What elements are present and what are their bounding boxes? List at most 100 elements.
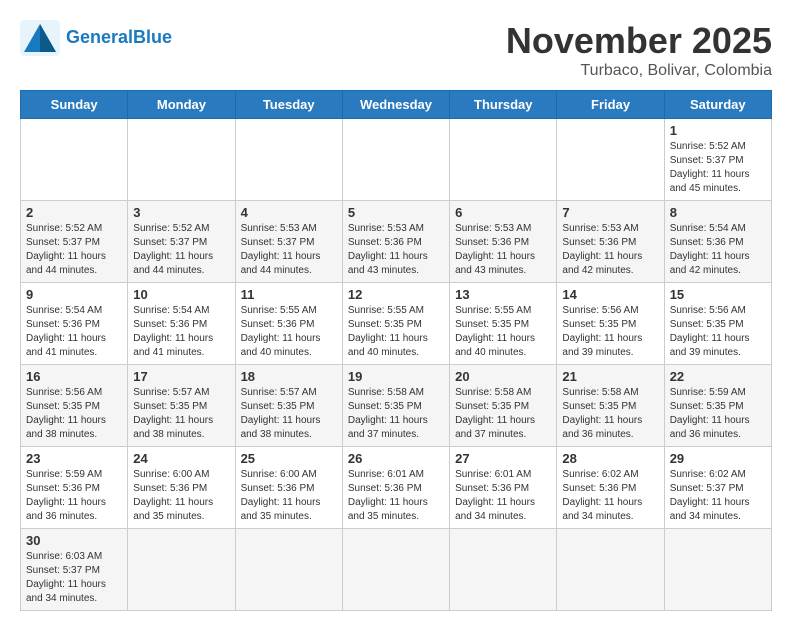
day-info: Sunrise: 5:55 AM Sunset: 5:35 PM Dayligh… bbox=[348, 304, 444, 360]
calendar-cell: 24Sunrise: 6:00 AM Sunset: 5:36 PM Dayli… bbox=[128, 447, 235, 529]
weekday-header-friday: Friday bbox=[557, 91, 664, 119]
calendar-week-3: 16Sunrise: 5:56 AM Sunset: 5:35 PM Dayli… bbox=[21, 365, 772, 447]
logo-icon bbox=[20, 20, 60, 56]
day-number: 13 bbox=[455, 287, 551, 302]
calendar-week-5: 30 Sunrise: 6:03 AM Sunset: 5:37 PM Dayli… bbox=[21, 529, 772, 611]
day-number: 22 bbox=[670, 369, 766, 384]
day-info: Sunrise: 5:53 AM Sunset: 5:37 PM Dayligh… bbox=[241, 222, 337, 278]
day-number: 4 bbox=[241, 205, 337, 220]
day-info: Sunrise: 6:00 AM Sunset: 5:36 PM Dayligh… bbox=[241, 468, 337, 524]
calendar-cell: 26 Sunrise: 6:01 AM Sunset: 5:36 PM Dayli… bbox=[342, 447, 449, 529]
day-number: 23 bbox=[26, 451, 122, 466]
day-number: 11 bbox=[241, 287, 337, 302]
weekday-header-saturday: Saturday bbox=[664, 91, 771, 119]
day-number: 25 bbox=[241, 451, 337, 466]
day-number: 7 bbox=[562, 205, 658, 220]
day-number: 6 bbox=[455, 205, 551, 220]
calendar-cell bbox=[235, 529, 342, 611]
calendar-cell: 21Sunrise: 5:58 AM Sunset: 5:35 PM Dayli… bbox=[557, 365, 664, 447]
calendar-cell bbox=[342, 529, 449, 611]
calendar-cell: 3 Sunrise: 5:52 AM Sunset: 5:37 PM Daylig… bbox=[128, 201, 235, 283]
calendar-week-1: 2 Sunrise: 5:52 AM Sunset: 5:37 PM Daylig… bbox=[21, 201, 772, 283]
calendar-cell: 29 Sunrise: 6:02 AM Sunset: 5:37 PM Dayli… bbox=[664, 447, 771, 529]
weekday-header-monday: Monday bbox=[128, 91, 235, 119]
day-info: Sunrise: 5:53 AM Sunset: 5:36 PM Dayligh… bbox=[562, 222, 658, 278]
day-info: Sunrise: 5:53 AM Sunset: 5:36 PM Dayligh… bbox=[348, 222, 444, 278]
day-number: 19 bbox=[348, 369, 444, 384]
calendar-cell: 14 Sunrise: 5:56 AM Sunset: 5:35 PM Dayli… bbox=[557, 283, 664, 365]
weekday-header-thursday: Thursday bbox=[450, 91, 557, 119]
day-info: Sunrise: 6:00 AM Sunset: 5:36 PM Dayligh… bbox=[133, 468, 229, 524]
day-info: Sunrise: 6:02 AM Sunset: 5:36 PM Dayligh… bbox=[562, 468, 658, 524]
day-info: Sunrise: 6:03 AM Sunset: 5:37 PM Dayligh… bbox=[26, 550, 122, 606]
day-number: 5 bbox=[348, 205, 444, 220]
day-info: Sunrise: 5:58 AM Sunset: 5:35 PM Dayligh… bbox=[348, 386, 444, 442]
day-info: Sunrise: 5:52 AM Sunset: 5:37 PM Dayligh… bbox=[133, 222, 229, 278]
day-number: 8 bbox=[670, 205, 766, 220]
day-info: Sunrise: 5:59 AM Sunset: 5:35 PM Dayligh… bbox=[670, 386, 766, 442]
calendar-table: SundayMondayTuesdayWednesdayThursdayFrid… bbox=[20, 90, 772, 611]
calendar-cell: 16Sunrise: 5:56 AM Sunset: 5:35 PM Dayli… bbox=[21, 365, 128, 447]
calendar-cell bbox=[450, 119, 557, 201]
day-number: 10 bbox=[133, 287, 229, 302]
day-number: 9 bbox=[26, 287, 122, 302]
day-info: Sunrise: 5:55 AM Sunset: 5:36 PM Dayligh… bbox=[241, 304, 337, 360]
day-number: 1 bbox=[670, 123, 766, 138]
day-number: 26 bbox=[348, 451, 444, 466]
day-number: 3 bbox=[133, 205, 229, 220]
day-info: Sunrise: 5:58 AM Sunset: 5:35 PM Dayligh… bbox=[562, 386, 658, 442]
location: Turbaco, Bolivar, Colombia bbox=[506, 62, 772, 80]
day-number: 27 bbox=[455, 451, 551, 466]
calendar-cell: 12 Sunrise: 5:55 AM Sunset: 5:35 PM Dayli… bbox=[342, 283, 449, 365]
calendar-cell: 23 Sunrise: 5:59 AM Sunset: 5:36 PM Dayli… bbox=[21, 447, 128, 529]
calendar-cell bbox=[128, 119, 235, 201]
day-number: 15 bbox=[670, 287, 766, 302]
day-number: 12 bbox=[348, 287, 444, 302]
calendar-week-0: 1Sunrise: 5:52 AM Sunset: 5:37 PM Daylig… bbox=[21, 119, 772, 201]
weekday-header-row: SundayMondayTuesdayWednesdayThursdayFrid… bbox=[21, 91, 772, 119]
page-header: GeneralBlue November 2025 Turbaco, Boliv… bbox=[20, 20, 772, 80]
day-info: Sunrise: 5:58 AM Sunset: 5:35 PM Dayligh… bbox=[455, 386, 551, 442]
logo: GeneralBlue bbox=[20, 20, 172, 56]
calendar-cell: 4 Sunrise: 5:53 AM Sunset: 5:37 PM Daylig… bbox=[235, 201, 342, 283]
day-number: 2 bbox=[26, 205, 122, 220]
calendar-cell: 8 Sunrise: 5:54 AM Sunset: 5:36 PM Daylig… bbox=[664, 201, 771, 283]
day-number: 30 bbox=[26, 533, 122, 548]
calendar-cell: 28Sunrise: 6:02 AM Sunset: 5:36 PM Dayli… bbox=[557, 447, 664, 529]
calendar-cell: 1Sunrise: 5:52 AM Sunset: 5:37 PM Daylig… bbox=[664, 119, 771, 201]
calendar-cell: 30 Sunrise: 6:03 AM Sunset: 5:37 PM Dayli… bbox=[21, 529, 128, 611]
calendar-cell bbox=[664, 529, 771, 611]
day-number: 14 bbox=[562, 287, 658, 302]
title-block: November 2025 Turbaco, Bolivar, Colombia bbox=[506, 20, 772, 80]
day-info: Sunrise: 5:54 AM Sunset: 5:36 PM Dayligh… bbox=[133, 304, 229, 360]
day-number: 29 bbox=[670, 451, 766, 466]
calendar-week-2: 9 Sunrise: 5:54 AM Sunset: 5:36 PM Daylig… bbox=[21, 283, 772, 365]
day-info: Sunrise: 6:01 AM Sunset: 5:36 PM Dayligh… bbox=[348, 468, 444, 524]
weekday-header-wednesday: Wednesday bbox=[342, 91, 449, 119]
calendar-cell: 9Sunrise: 5:54 AM Sunset: 5:36 PM Daylig… bbox=[21, 283, 128, 365]
calendar-cell: 18Sunrise: 5:57 AM Sunset: 5:35 PM Dayli… bbox=[235, 365, 342, 447]
calendar-body: 1 Sunrise: 5:52 AM Sunset: 5:37 PM Daylig… bbox=[21, 119, 772, 611]
calendar-cell: 17Sunrise: 5:57 AM Sunset: 5:35 PM Dayli… bbox=[128, 365, 235, 447]
month-title: November 2025 bbox=[506, 20, 772, 62]
calendar-cell: 2 Sunrise: 5:52 AM Sunset: 5:37 PM Daylig… bbox=[21, 201, 128, 283]
calendar-cell bbox=[450, 529, 557, 611]
day-number: 16 bbox=[26, 369, 122, 384]
day-info: Sunrise: 5:54 AM Sunset: 5:36 PM Dayligh… bbox=[670, 222, 766, 278]
calendar-cell: 11 Sunrise: 5:55 AM Sunset: 5:36 PM Dayli… bbox=[235, 283, 342, 365]
calendar-cell: 19 Sunrise: 5:58 AM Sunset: 5:35 PM Dayli… bbox=[342, 365, 449, 447]
day-info: Sunrise: 5:57 AM Sunset: 5:35 PM Dayligh… bbox=[133, 386, 229, 442]
calendar-week-4: 23 Sunrise: 5:59 AM Sunset: 5:36 PM Dayli… bbox=[21, 447, 772, 529]
calendar-cell bbox=[128, 529, 235, 611]
calendar-cell: 6 Sunrise: 5:53 AM Sunset: 5:36 PM Daylig… bbox=[450, 201, 557, 283]
day-info: Sunrise: 5:52 AM Sunset: 5:37 PM Dayligh… bbox=[26, 222, 122, 278]
day-info: Sunrise: 5:53 AM Sunset: 5:36 PM Dayligh… bbox=[455, 222, 551, 278]
day-info: Sunrise: 5:56 AM Sunset: 5:35 PM Dayligh… bbox=[562, 304, 658, 360]
day-info: Sunrise: 6:02 AM Sunset: 5:37 PM Dayligh… bbox=[670, 468, 766, 524]
calendar-cell bbox=[557, 529, 664, 611]
calendar-cell bbox=[21, 119, 128, 201]
calendar-cell: 27Sunrise: 6:01 AM Sunset: 5:36 PM Dayli… bbox=[450, 447, 557, 529]
calendar-cell: 10 Sunrise: 5:54 AM Sunset: 5:36 PM Dayli… bbox=[128, 283, 235, 365]
day-number: 20 bbox=[455, 369, 551, 384]
day-info: Sunrise: 5:59 AM Sunset: 5:36 PM Dayligh… bbox=[26, 468, 122, 524]
